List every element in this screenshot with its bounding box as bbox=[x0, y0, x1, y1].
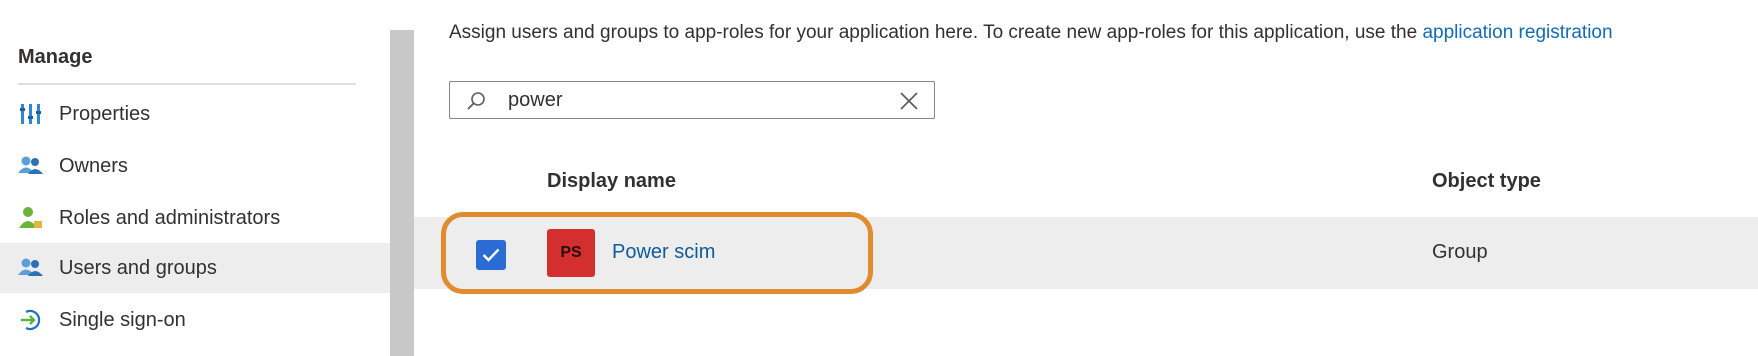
close-icon[interactable] bbox=[898, 90, 920, 112]
search-input[interactable] bbox=[508, 86, 848, 114]
sidebar-item-label: Properties bbox=[59, 102, 151, 125]
search-icon bbox=[465, 90, 487, 112]
sidebar-item-label: Owners bbox=[59, 154, 128, 177]
sidebar-item-roles-and-administrators[interactable]: Roles and administrators bbox=[0, 193, 390, 243]
section-title-manage: Manage bbox=[18, 46, 93, 68]
row-object-type: Group bbox=[1432, 241, 1488, 263]
sidebar-item-properties[interactable]: Properties bbox=[0, 89, 390, 139]
sidebar-item-label: Single sign-on bbox=[59, 308, 186, 331]
row-checkbox[interactable] bbox=[476, 240, 506, 270]
description-text: Assign users and groups to app-roles for… bbox=[449, 22, 1418, 43]
properties-icon bbox=[18, 101, 44, 127]
sidebar-item-label: Roles and administrators bbox=[59, 206, 281, 229]
sidebar-item-label: Users and groups bbox=[59, 256, 217, 279]
roles-icon bbox=[18, 205, 44, 231]
section-divider bbox=[18, 83, 356, 85]
page-description: Assign users and groups to app-roles for… bbox=[449, 22, 1613, 44]
single-sign-on-icon bbox=[18, 307, 44, 333]
owners-icon bbox=[18, 153, 44, 179]
users-groups-icon bbox=[18, 255, 44, 281]
sidebar-item-single-sign-on[interactable]: Single sign-on bbox=[0, 295, 390, 345]
sidebar-splitter[interactable] bbox=[390, 30, 414, 356]
checkmark-icon bbox=[482, 248, 500, 262]
column-header-object-type[interactable]: Object type bbox=[1432, 170, 1541, 193]
sidebar-item-owners[interactable]: Owners bbox=[0, 141, 390, 191]
sidebar: Manage Properties Owners Roles and admin… bbox=[0, 0, 390, 356]
row-display-name-link[interactable]: Power scim bbox=[612, 241, 715, 264]
sidebar-item-users-and-groups[interactable]: Users and groups bbox=[0, 243, 390, 293]
search-box[interactable] bbox=[449, 81, 935, 119]
avatar: PS bbox=[547, 229, 595, 277]
application-registration-link[interactable]: application registration bbox=[1422, 22, 1612, 43]
column-header-display-name[interactable]: Display name bbox=[547, 170, 676, 193]
